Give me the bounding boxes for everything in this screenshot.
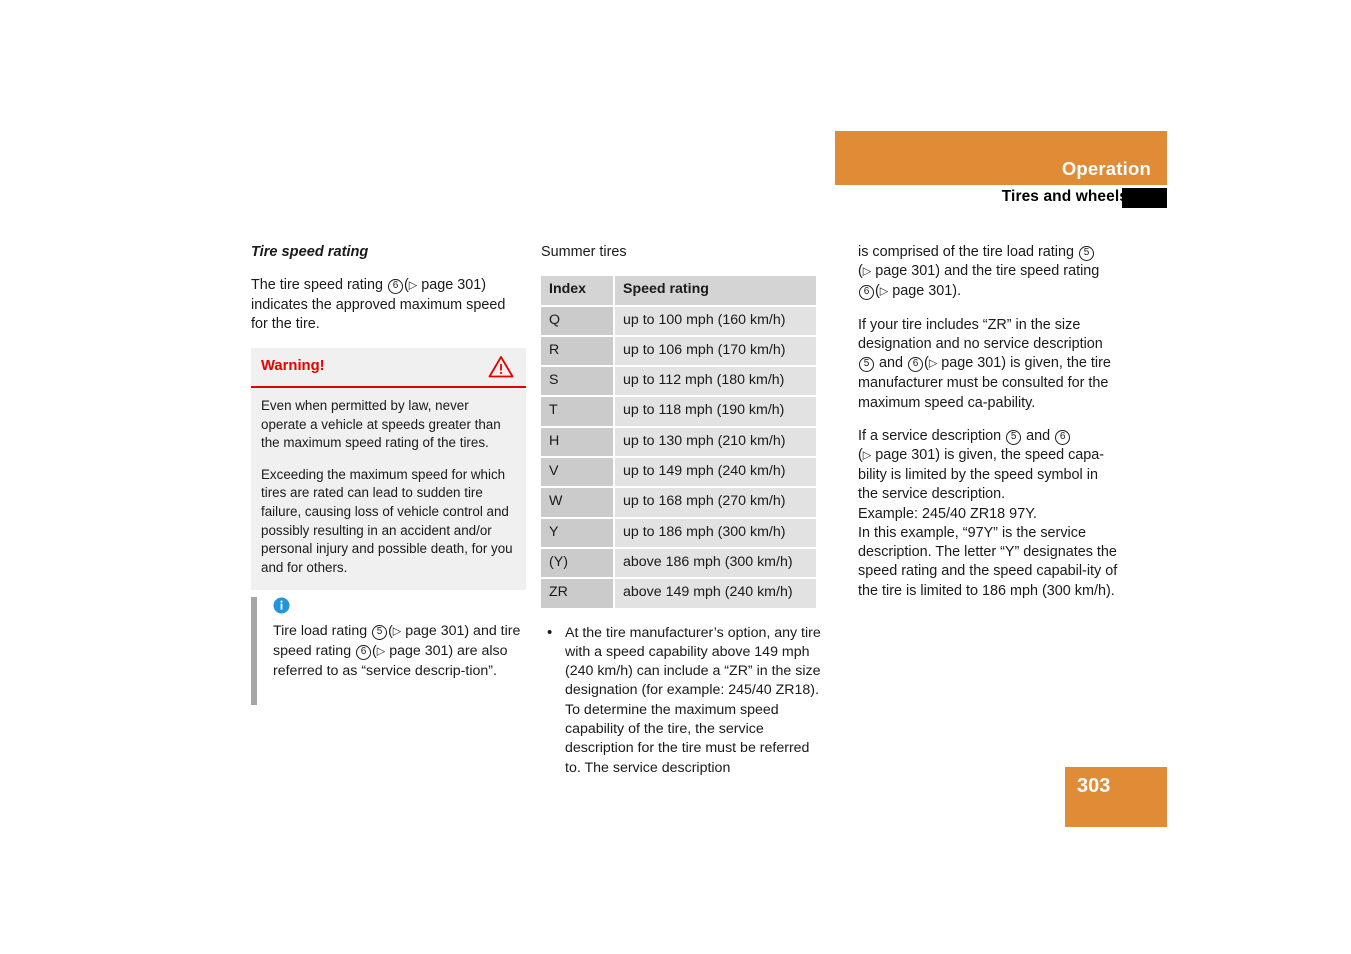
- header-subsection: Tires and wheels: [835, 188, 1167, 211]
- page-ref-triangle-icon: ▷: [879, 285, 889, 298]
- table-row: Wup to 168 mph (270 km/h): [541, 487, 816, 519]
- rp3-text-e: Example: 245/40 ZR18 97Y.: [858, 505, 1037, 522]
- rp1-text-e: page 301).: [892, 283, 962, 300]
- table-cell-index: V: [541, 457, 615, 489]
- info-circle-icon: [273, 597, 526, 619]
- reference-marker: 6: [1055, 429, 1071, 445]
- speed-rating-table: Index Speed rating Qup to 100 mph (160 k…: [541, 276, 816, 610]
- rp3-text-b: and: [1026, 427, 1051, 444]
- table-cell-speed-rating: up to 130 mph (210 km/h): [614, 426, 816, 459]
- table-cell-index: S: [541, 366, 615, 398]
- table-row: Rup to 106 mph (170 km/h): [541, 335, 816, 368]
- reference-marker: 5: [859, 357, 874, 373]
- rp2-text-b: and: [879, 355, 904, 372]
- intro-text-a: The tire speed rating: [251, 277, 383, 294]
- table-cell-index: T: [541, 396, 615, 428]
- table-cell-index: Y: [541, 517, 615, 549]
- table-row: Tup to 118 mph (190 km/h): [541, 396, 816, 428]
- info-note-body: Tire load rating 5 (▷ page 301) and tire …: [273, 622, 526, 681]
- warning-triangle-icon: [488, 355, 514, 383]
- table-caption: Summer tires: [541, 244, 627, 260]
- table-header-index: Index: [541, 276, 615, 307]
- table-cell-speed-rating: up to 168 mph (270 km/h): [614, 487, 816, 519]
- info-note: Tire load rating 5 (▷ page 301) and tire …: [251, 597, 526, 705]
- reference-marker: 6: [908, 357, 924, 373]
- page-ref-triangle-icon: ▷: [408, 279, 418, 292]
- table-cell-speed-rating: up to 112 mph (180 km/h): [614, 366, 816, 398]
- table-cell-index: (Y): [541, 547, 615, 580]
- middle-column: Summer tires Index Speed rating Qup to 1…: [541, 243, 821, 778]
- section-title: Tire speed rating: [251, 244, 369, 260]
- right-paragraph-3: If a service description 5 and 6 (▷ page…: [858, 427, 1118, 601]
- table-cell-speed-rating: up to 106 mph (170 km/h): [614, 335, 816, 368]
- list-item: • At the tire manufacturer’s option, any …: [541, 624, 821, 778]
- intro-paragraph: The tire speed rating 6 (▷ page 301) indi…: [251, 276, 526, 334]
- table-row: Qup to 100 mph (160 km/h): [541, 305, 816, 337]
- header-subsection-label: Tires and wheels: [1001, 188, 1128, 205]
- header-section-band: Operation: [835, 131, 1167, 185]
- table-cell-index: Q: [541, 305, 615, 337]
- page-ref-triangle-icon: ▷: [928, 357, 938, 370]
- table-row: Sup to 112 mph (180 km/h): [541, 366, 816, 398]
- table-cell-speed-rating: up to 118 mph (190 km/h): [614, 396, 816, 428]
- table-cell-index: W: [541, 487, 615, 519]
- table-cell-speed-rating: up to 149 mph (240 km/h): [614, 457, 816, 489]
- table-cell-speed-rating: above 186 mph (300 km/h): [614, 547, 816, 580]
- note-text-a: Tire load rating: [273, 623, 368, 639]
- reference-marker: 6: [859, 285, 874, 301]
- rp3-text-f: In this example, “97Y” is the service de…: [858, 524, 1118, 599]
- table-row: (Y) above 186 mph (300 km/h): [541, 547, 816, 580]
- page-ref-triangle-icon: ▷: [862, 265, 872, 278]
- warning-body: Even when permitted by law, never operat…: [251, 388, 526, 589]
- list-item-text: At the tire manufacturer’s option, any t…: [565, 624, 821, 776]
- right-paragraph-2: If your tire includes “ZR” in the size d…: [858, 316, 1118, 413]
- table-cell-speed-rating: up to 100 mph (160 km/h): [614, 305, 816, 337]
- page-ref-triangle-icon: ▷: [392, 625, 402, 638]
- left-column: Tire speed rating The tire speed rating …: [251, 243, 526, 349]
- reference-marker: 6: [356, 644, 372, 660]
- page-ref-triangle-icon: ▷: [376, 645, 386, 658]
- table-cell-index: R: [541, 335, 615, 368]
- bullet-list: • At the tire manufacturer’s option, any …: [541, 624, 821, 778]
- page-number: 303: [1077, 775, 1111, 797]
- reference-marker: 5: [1078, 246, 1094, 261]
- page-number-box: 303: [1065, 767, 1167, 827]
- reference-marker: 6: [388, 279, 403, 295]
- right-column: is comprised of the tire load rating 5 (…: [858, 243, 1118, 615]
- rp1-text-a: is comprised of the tire load rating: [858, 244, 1074, 260]
- rp3-text-a: If a service description: [858, 427, 1002, 444]
- warning-paragraph: Even when permitted by law, never operat…: [261, 398, 501, 451]
- bullet-marker: •: [547, 623, 553, 641]
- table-row: ZR above 149 mph (240 km/h): [541, 578, 816, 610]
- header-black-tab: [1122, 188, 1167, 208]
- reference-marker: 5: [372, 625, 388, 640]
- table-row: Vup to 149 mph (240 km/h): [541, 457, 816, 489]
- right-paragraph-1: is comprised of the tire load rating 5 (…: [858, 243, 1118, 302]
- warning-title: Warning!: [261, 358, 325, 374]
- table-header-speed-rating: Speed rating: [614, 276, 816, 307]
- table-cell-index: H: [541, 426, 615, 459]
- rp2-text-a: If your tire includes “ZR” in the size d…: [858, 316, 1103, 353]
- table-cell-index: ZR: [541, 578, 615, 610]
- table-body: Qup to 100 mph (160 km/h) Rup to 106 mph …: [541, 305, 816, 610]
- warning-box: Warning! Even when permitted by law, nev…: [251, 348, 526, 591]
- table-row: Yup to 186 mph (300 km/h): [541, 517, 816, 549]
- note-side-bar: [251, 597, 257, 705]
- table-header-row: Index Speed rating: [541, 276, 816, 307]
- table-row: Hup to 130 mph (210 km/h): [541, 426, 816, 459]
- header-section-label: Operation: [1061, 158, 1151, 179]
- warning-paragraph: Exceeding the maximum speed for which ti…: [261, 466, 513, 575]
- reference-marker: 5: [1006, 429, 1022, 445]
- table-cell-speed-rating: up to 186 mph (300 km/h): [614, 517, 816, 549]
- rp1-text-c: page 301) and the tire speed rating: [875, 263, 1100, 280]
- table-cell-speed-rating: above 149 mph (240 km/h): [614, 578, 816, 610]
- warning-header: Warning!: [251, 348, 526, 388]
- rp3-text-d: page 301) is given, the speed capa-bilit…: [858, 447, 1105, 503]
- page-ref-triangle-icon: ▷: [862, 449, 872, 462]
